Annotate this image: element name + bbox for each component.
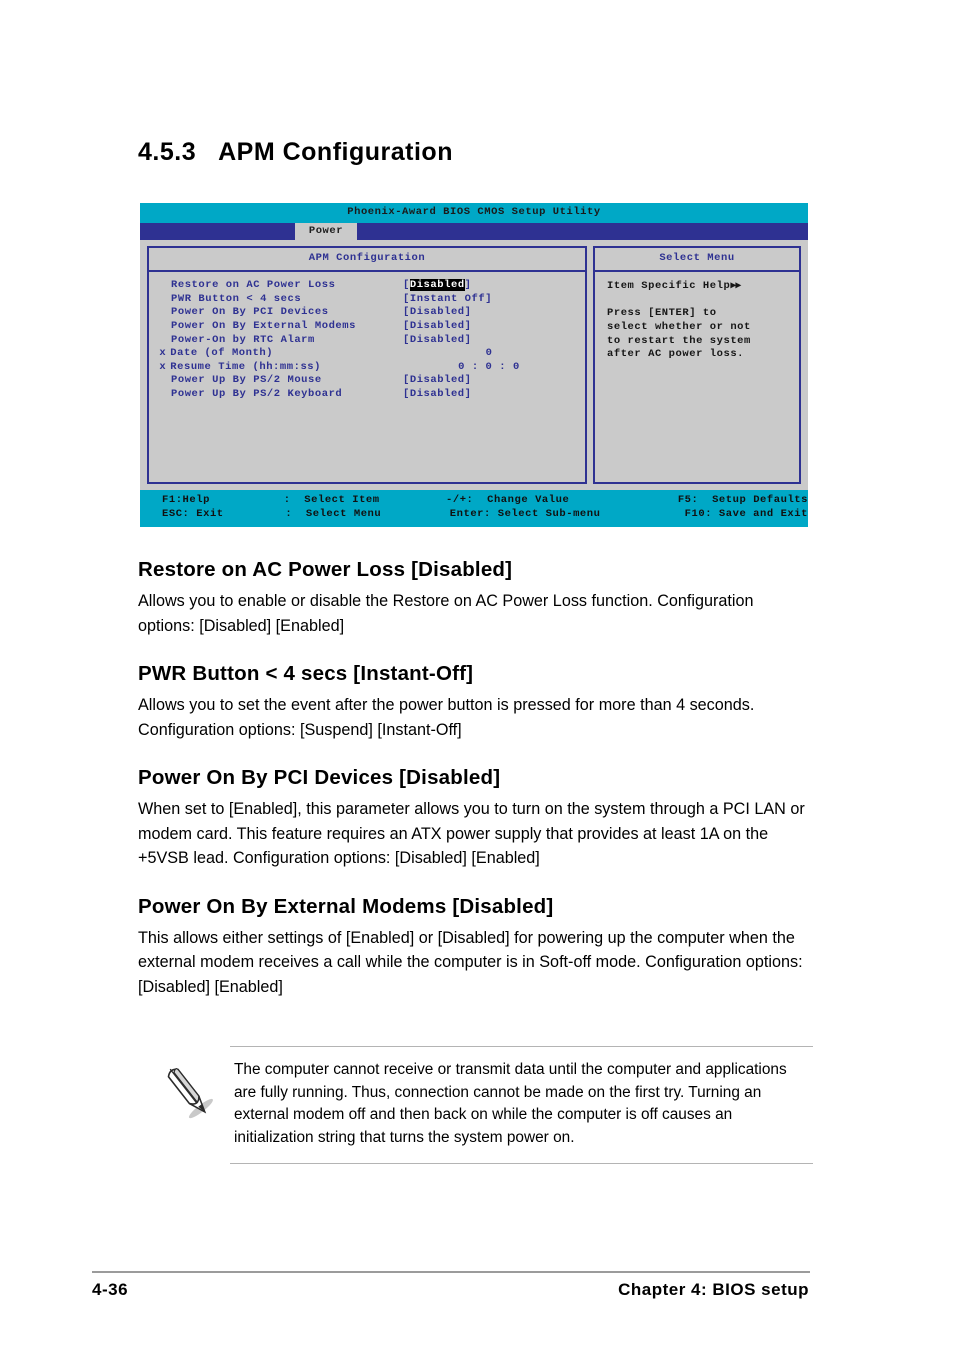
option-heading: Power On By External Modems [Disabled] <box>138 894 554 918</box>
bios-option-marker <box>149 334 171 348</box>
help-spacer <box>607 294 799 308</box>
double-right-arrow-icon: ▶▶ <box>730 281 741 293</box>
chapter-label: Chapter 4: BIOS setup <box>618 1280 809 1299</box>
bios-tab-bar: Power <box>140 222 808 240</box>
help-line: after AC power loss. <box>607 348 745 361</box>
item-specific-help-heading: Item Specific Help▶▶ <box>607 280 799 294</box>
item-specific-help-label: Item Specific Help <box>607 280 731 293</box>
bios-option-row[interactable]: Power Up By PS/2 Keyboard [Disabled] <box>149 388 585 402</box>
section-title: APM Configuration <box>218 138 453 166</box>
bios-option-label: Date (of Month) <box>170 347 274 360</box>
bios-option-row[interactable]: Restore on AC Power Loss [Disabled] <box>149 279 585 293</box>
key-f10-save-exit: F10: Save and Exit <box>684 508 808 521</box>
bios-option-label: Restore on AC Power Loss <box>171 279 336 292</box>
key-select-item: : Select Item <box>283 494 380 507</box>
bios-option-value[interactable]: [Disabled] <box>403 388 472 402</box>
bios-option-marker <box>149 306 171 320</box>
help-line: Press [ENTER] to <box>607 307 717 320</box>
bios-option-row[interactable]: Power-On by RTC Alarm [Disabled] <box>149 334 585 348</box>
bios-setup-screen: Phoenix-Award BIOS CMOS Setup Utility Po… <box>140 203 808 528</box>
bios-option-value[interactable]: [Disabled] <box>403 306 472 320</box>
option-description: Allows you to set the event after the po… <box>138 696 755 739</box>
key-f1-help: F1:Help <box>162 494 210 507</box>
apm-option-list: Restore on AC Power Loss [Disabled] PWR Bu… <box>149 272 585 482</box>
option-heading: Power On By PCI Devices [Disabled] <box>138 766 501 789</box>
bios-option-label: Power-On by RTC Alarm <box>171 333 315 346</box>
apm-configuration-panel: APM Configuration Restore on AC Power Lo… <box>147 245 587 485</box>
option-heading: PWR Button < 4 secs [Instant-Off] <box>138 662 474 685</box>
select-menu-panel: Select Menu Item Specific Help▶▶ Press [… <box>593 245 801 485</box>
option-description: This allows either settings of [Enabled]… <box>138 928 803 996</box>
bios-option-row[interactable]: x Resume Time (hh:mm:ss) 0 : 0 : 0 <box>149 361 585 375</box>
bios-option-row[interactable]: PWR Button < 4 secs [Instant Off] <box>149 293 585 307</box>
pencil-note-icon <box>167 1068 213 1119</box>
bios-option-label: PWR Button < 4 secs <box>171 292 302 305</box>
option-descriptions: Restore on AC Power Loss [Disabled] Allow… <box>138 558 813 999</box>
bios-option-row[interactable]: x Date (of Month) 0 <box>149 347 585 361</box>
key-select-menu: : Select Menu <box>285 508 382 521</box>
bios-key-help-row: F1:Help : Select Item -/+: Change Value … <box>140 494 808 508</box>
note-box: The computer cannot receive or transmit … <box>138 1046 813 1164</box>
bios-option-label: Power On By External Modems <box>171 319 356 332</box>
page-title: 4.5.3 APM Configuration <box>138 138 453 167</box>
bios-option-marker <box>149 388 171 402</box>
bios-title-bar: Phoenix-Award BIOS CMOS Setup Utility <box>140 203 808 223</box>
bios-option-marker: x <box>159 360 167 373</box>
note-text: The computer cannot receive or transmit … <box>234 1061 787 1146</box>
bios-option-value[interactable]: [Instant Off] <box>403 293 492 307</box>
bios-option-label: Power On By PCI Devices <box>171 306 329 319</box>
footer-divider <box>92 1271 810 1273</box>
key-esc-exit: ESC: Exit <box>162 508 224 521</box>
bios-key-help-row: ESC: Exit : Select Menu Enter: Select Su… <box>140 508 808 522</box>
bios-option-marker: x <box>159 347 167 360</box>
bios-option-label: Resume Time (hh:mm:ss) <box>170 360 322 373</box>
option-description: Allows you to enable or disable the Rest… <box>138 592 754 635</box>
bios-option-marker <box>149 320 171 334</box>
key-f5-setup-defaults: F5: Setup Defaults <box>677 494 808 507</box>
bios-option-value[interactable]: [Disabled] <box>403 374 472 388</box>
option-heading: Restore on AC Power Loss [Disabled] <box>138 558 513 581</box>
bios-option-value[interactable]: [Disabled] <box>403 320 472 334</box>
key-change-value: -/+: Change Value <box>446 494 570 507</box>
item-specific-help: Item Specific Help▶▶ Press [ENTER] to se… <box>595 272 799 482</box>
key-enter-submenu: Enter: Select Sub-menu <box>449 508 601 521</box>
help-line: to restart the system <box>607 334 751 347</box>
bios-option-row[interactable]: Power On By PCI Devices [Disabled] <box>149 306 585 320</box>
bios-option-marker <box>149 293 171 307</box>
bios-option-marker <box>149 279 171 293</box>
select-menu-panel-title: Select Menu <box>595 248 799 273</box>
bios-option-value[interactable]: 0 : 0 : 0 <box>393 361 585 375</box>
option-description: When set to [Enabled], this parameter al… <box>138 800 805 867</box>
bios-option-value-selected[interactable]: [Disabled] <box>403 279 472 293</box>
section-number: 4.5.3 <box>138 138 197 166</box>
help-line: select whether or not <box>607 320 751 333</box>
bios-option-value[interactable]: 0 <box>393 347 585 361</box>
bios-key-help-bar: F1:Help : Select Item -/+: Change Value … <box>140 490 808 528</box>
bios-body: APM Configuration Restore on AC Power Lo… <box>140 239 808 491</box>
tab-power[interactable]: Power <box>295 222 357 240</box>
page-number: 4-36 <box>92 1280 129 1299</box>
apm-configuration-panel-title: APM Configuration <box>149 248 585 273</box>
bios-option-value[interactable]: [Disabled] <box>403 334 472 348</box>
bios-option-label: Power Up By PS/2 Keyboard <box>171 387 343 400</box>
bios-option-row[interactable]: Power Up By PS/2 Mouse [Disabled] <box>149 374 585 388</box>
note-body: The computer cannot receive or transmit … <box>230 1046 813 1164</box>
bios-option-row[interactable]: Power On By External Modems [Disabled] <box>149 320 585 334</box>
bios-option-marker <box>149 374 171 388</box>
bios-option-label: Power Up By PS/2 Mouse <box>171 374 322 387</box>
